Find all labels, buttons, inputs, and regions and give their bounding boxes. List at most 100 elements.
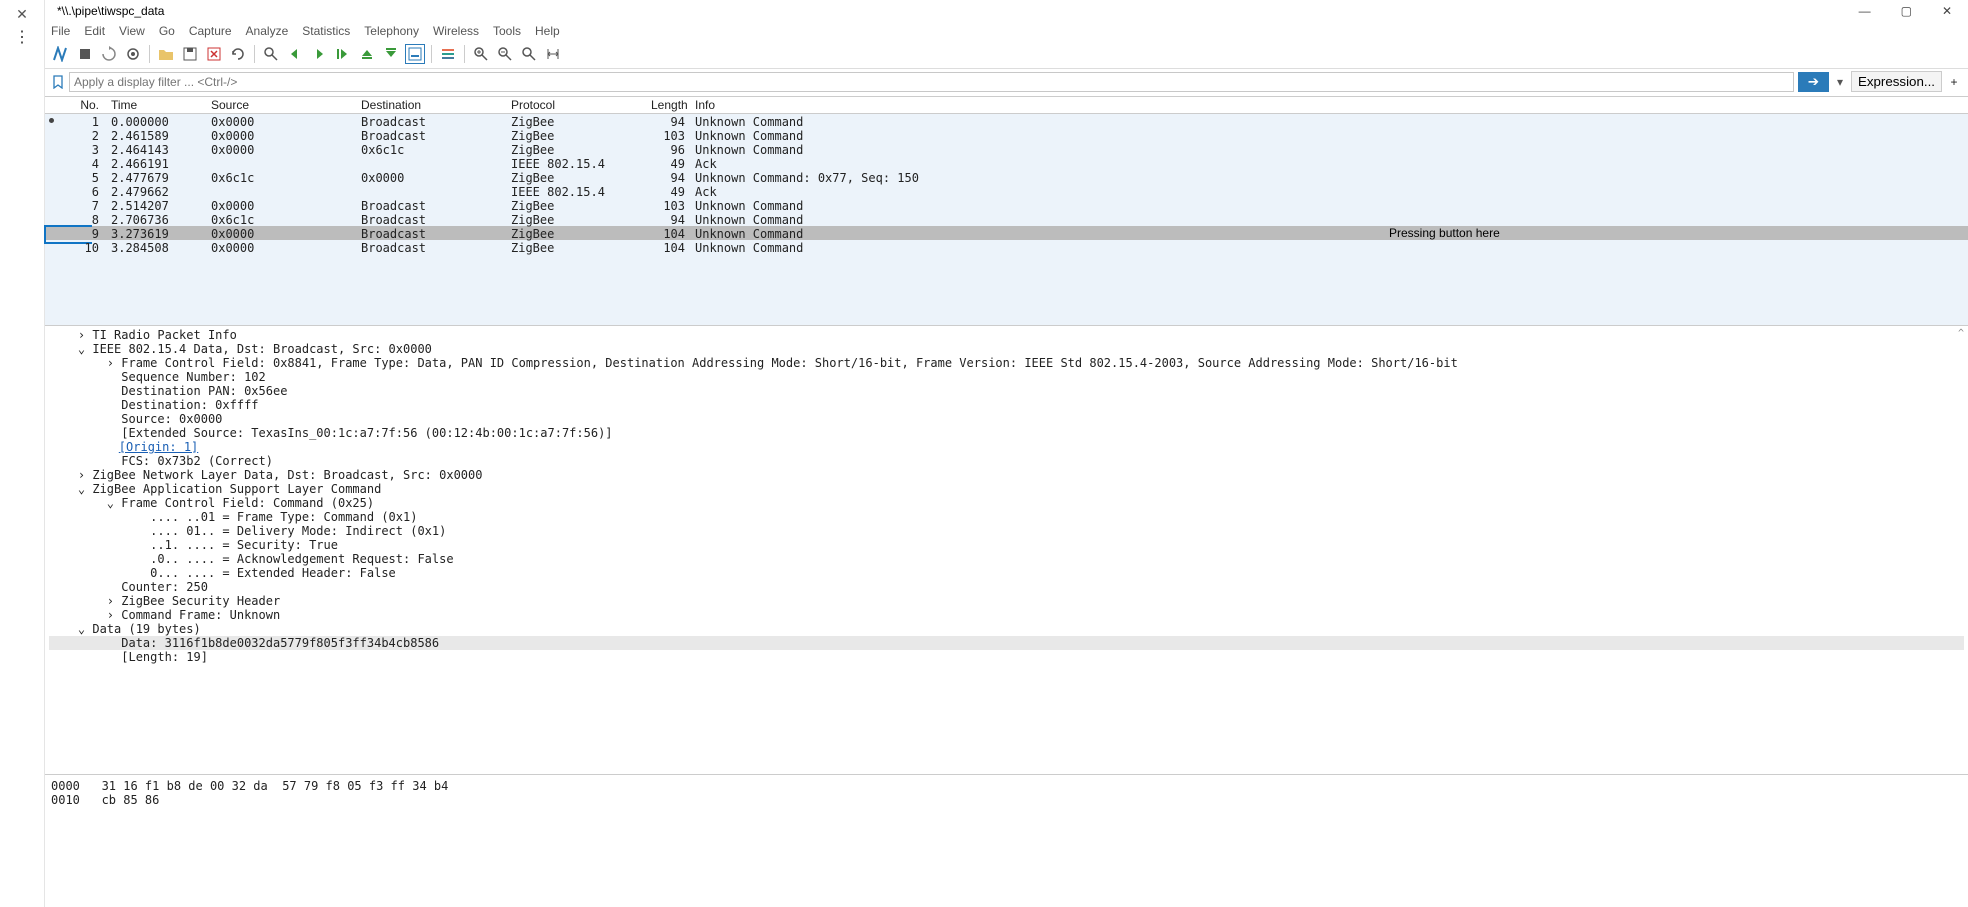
- restart-capture-icon[interactable]: [99, 44, 119, 64]
- detail-line[interactable]: [Length: 19]: [49, 650, 1964, 664]
- window-title: *\\.\pipe\tiwspc_data: [57, 4, 164, 18]
- packet-row[interactable]: 32.4641430x00000x6c1cZigBee96Unknown Com…: [45, 142, 1968, 156]
- maximize-icon[interactable]: ▢: [1901, 4, 1912, 18]
- packet-list-pane: No. Time Source Destination Protocol Len…: [45, 96, 1968, 326]
- goto-first-icon[interactable]: [357, 44, 377, 64]
- stop-capture-icon[interactable]: [75, 44, 95, 64]
- menu-capture[interactable]: Capture: [189, 24, 232, 38]
- auto-scroll-icon[interactable]: [405, 44, 425, 64]
- packet-row[interactable]: 22.4615890x0000BroadcastZigBee103Unknown…: [45, 128, 1968, 142]
- packet-list-header[interactable]: No. Time Source Destination Protocol Len…: [45, 97, 1968, 114]
- filter-history-dropdown-icon[interactable]: ▾: [1833, 75, 1847, 89]
- start-capture-icon[interactable]: [51, 44, 71, 64]
- open-file-icon[interactable]: [156, 44, 176, 64]
- detail-line[interactable]: .... 01.. = Delivery Mode: Indirect (0x1…: [49, 524, 1964, 538]
- packet-row[interactable]: 42.466191IEEE 802.15.449Ack: [45, 156, 1968, 170]
- colorize-icon[interactable]: [438, 44, 458, 64]
- go-forward-icon[interactable]: [309, 44, 329, 64]
- detail-line[interactable]: › Frame Control Field: 0x8841, Frame Typ…: [49, 356, 1964, 370]
- detail-line[interactable]: Source: 0x0000: [49, 412, 1964, 426]
- menu-statistics[interactable]: Statistics: [302, 24, 350, 38]
- expression-button[interactable]: Expression...: [1851, 71, 1942, 92]
- detail-line[interactable]: › Command Frame: Unknown: [49, 608, 1964, 622]
- annotation-text: Pressing button here: [1389, 226, 1500, 240]
- display-filter-input[interactable]: [69, 72, 1794, 92]
- display-filter-bar: ➔ ▾ Expression... +: [45, 69, 1968, 96]
- detail-line[interactable]: [Extended Source: TexasIns_00:1c:a7:7f:5…: [49, 426, 1964, 440]
- main-toolbar: [45, 42, 1968, 69]
- go-back-icon[interactable]: [285, 44, 305, 64]
- browser-close-icon[interactable]: ✕: [16, 6, 28, 23]
- title-bar: *\\.\pipe\tiwspc_data — ▢ ✕: [45, 0, 1968, 22]
- zoom-reset-icon[interactable]: [519, 44, 539, 64]
- browser-sidebar: ✕ ⋮: [0, 0, 45, 907]
- menu-telephony[interactable]: Telephony: [364, 24, 419, 38]
- detail-line[interactable]: ⌄ Data (19 bytes): [49, 622, 1964, 636]
- detail-line[interactable]: › ZigBee Network Layer Data, Dst: Broadc…: [49, 468, 1964, 482]
- goto-packet-icon[interactable]: [333, 44, 353, 64]
- add-filter-button[interactable]: +: [1946, 75, 1962, 89]
- menu-edit[interactable]: Edit: [84, 24, 105, 38]
- detail-line[interactable]: 0... .... = Extended Header: False: [49, 566, 1964, 580]
- menu-file[interactable]: File: [51, 24, 70, 38]
- detail-line[interactable]: .... ..01 = Frame Type: Command (0x1): [49, 510, 1964, 524]
- packet-marker-icon: [49, 118, 54, 123]
- menu-bar: File Edit View Go Capture Analyze Statistics Te…: [45, 22, 1968, 42]
- detail-line[interactable]: › TI Radio Packet Info: [49, 328, 1964, 342]
- detail-line[interactable]: ⌄ ZigBee Application Support Layer Comma…: [49, 482, 1964, 496]
- menu-analyze[interactable]: Analyze: [246, 24, 289, 38]
- capture-options-icon[interactable]: [123, 44, 143, 64]
- close-file-icon[interactable]: [204, 44, 224, 64]
- hex-line[interactable]: 0010 cb 85 86: [51, 793, 1962, 807]
- detail-line[interactable]: FCS: 0x73b2 (Correct): [49, 454, 1964, 468]
- menu-wireless[interactable]: Wireless: [433, 24, 479, 38]
- zoom-out-icon[interactable]: [495, 44, 515, 64]
- packet-row[interactable]: 62.479662IEEE 802.15.449Ack: [45, 184, 1968, 198]
- find-packet-icon[interactable]: [261, 44, 281, 64]
- detail-line[interactable]: Destination PAN: 0x56ee: [49, 384, 1964, 398]
- apply-filter-button[interactable]: ➔: [1798, 72, 1829, 92]
- col-info[interactable]: Info: [689, 97, 1968, 113]
- goto-last-icon[interactable]: [381, 44, 401, 64]
- hex-line[interactable]: 0000 31 16 f1 b8 de 00 32 da 57 79 f8 05…: [51, 779, 1962, 793]
- packet-row[interactable]: 10.0000000x0000BroadcastZigBee94Unknown …: [45, 114, 1968, 128]
- wireshark-app: *\\.\pipe\tiwspc_data — ▢ ✕ File Edit View…: [45, 0, 1968, 907]
- scroll-up-icon[interactable]: ^: [1958, 328, 1964, 339]
- menu-go[interactable]: Go: [159, 24, 175, 38]
- col-dest[interactable]: Destination: [357, 97, 507, 113]
- packet-row[interactable]: 82.7067360x6c1cBroadcastZigBee94Unknown …: [45, 212, 1968, 226]
- save-file-icon[interactable]: [180, 44, 200, 64]
- packet-details-pane[interactable]: ^ › TI Radio Packet Info ⌄ IEEE 802.15.4…: [45, 326, 1968, 775]
- menu-help[interactable]: Help: [535, 24, 560, 38]
- packet-bytes-pane[interactable]: 0000 31 16 f1 b8 de 00 32 da 57 79 f8 05…: [45, 775, 1968, 907]
- bookmark-filter-icon[interactable]: [51, 75, 65, 89]
- col-source[interactable]: Source: [207, 97, 357, 113]
- detail-line[interactable]: Counter: 250: [49, 580, 1964, 594]
- detail-line[interactable]: [Origin: 1]: [49, 440, 1964, 454]
- col-time[interactable]: Time: [107, 97, 207, 113]
- detail-line[interactable]: › ZigBee Security Header: [49, 594, 1964, 608]
- col-no[interactable]: No.: [45, 97, 107, 113]
- detail-line[interactable]: ⌄ Frame Control Field: Command (0x25): [49, 496, 1964, 510]
- close-icon[interactable]: ✕: [1942, 4, 1952, 18]
- packet-row[interactable]: 103.2845080x0000BroadcastZigBee104Unknow…: [45, 240, 1968, 254]
- menu-view[interactable]: View: [119, 24, 145, 38]
- resize-columns-icon[interactable]: [543, 44, 563, 64]
- zoom-in-icon[interactable]: [471, 44, 491, 64]
- menu-tools[interactable]: Tools: [493, 24, 521, 38]
- detail-line[interactable]: Data: 3116f1b8de0032da5779f805f3ff34b4cb…: [49, 636, 1964, 650]
- reload-icon[interactable]: [228, 44, 248, 64]
- packet-row[interactable]: 72.5142070x0000BroadcastZigBee103Unknown…: [45, 198, 1968, 212]
- col-protocol[interactable]: Protocol: [507, 97, 647, 113]
- origin-link[interactable]: [Origin: 1]: [119, 440, 198, 454]
- minimize-icon[interactable]: —: [1859, 4, 1871, 18]
- packet-row[interactable]: 52.4776790x6c1c0x0000ZigBee94Unknown Com…: [45, 170, 1968, 184]
- detail-line[interactable]: Sequence Number: 102: [49, 370, 1964, 384]
- detail-line[interactable]: .0.. .... = Acknowledgement Request: Fal…: [49, 552, 1964, 566]
- detail-line[interactable]: ..1. .... = Security: True: [49, 538, 1964, 552]
- detail-line[interactable]: ⌄ IEEE 802.15.4 Data, Dst: Broadcast, Sr…: [49, 342, 1964, 356]
- browser-menu-icon[interactable]: ⋮: [14, 33, 30, 43]
- col-length[interactable]: Length: [647, 97, 689, 113]
- packet-row[interactable]: 93.2736190x0000BroadcastZigBee104Unknown…: [45, 226, 1968, 240]
- detail-line[interactable]: Destination: 0xffff: [49, 398, 1964, 412]
